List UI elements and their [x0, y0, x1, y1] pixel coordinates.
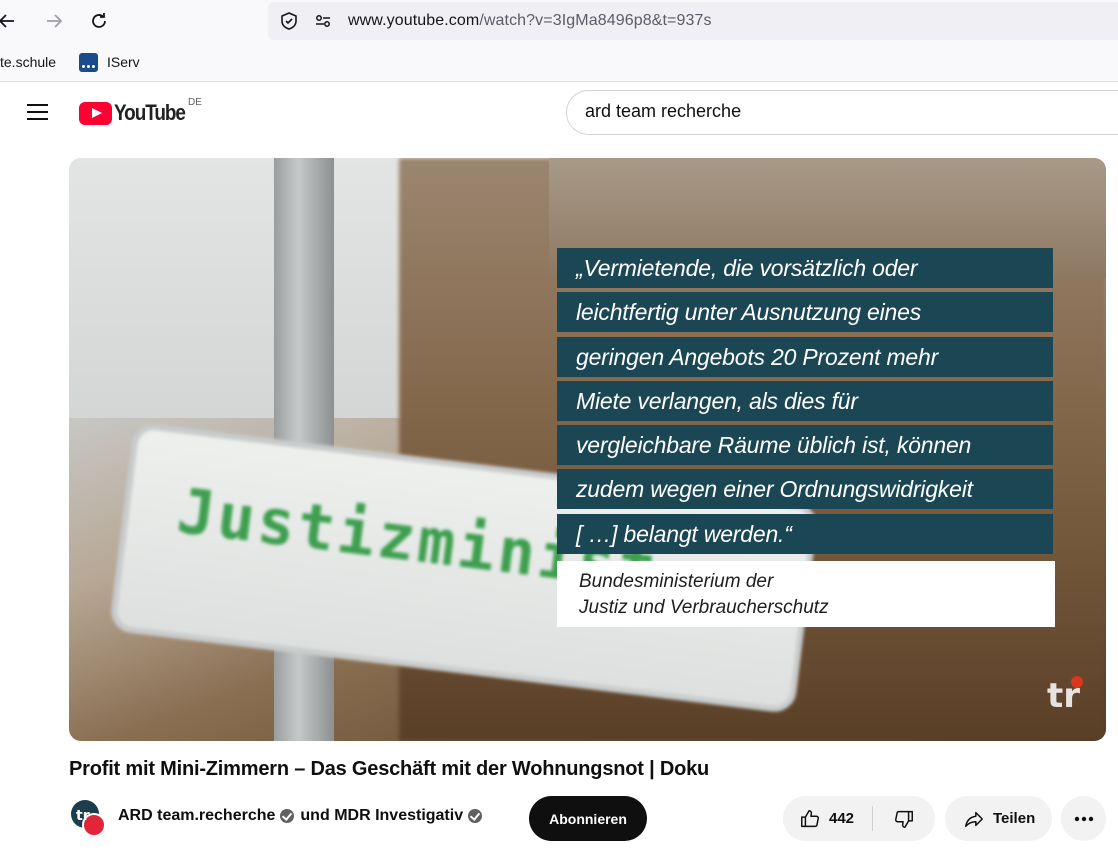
channel-avatar[interactable]: tr	[69, 799, 107, 837]
youtube-logo[interactable]: YouTube	[79, 100, 196, 125]
like-button[interactable]: 442	[783, 796, 873, 841]
quote-line: zudem wegen einer Ordnungswidrigkeit	[557, 469, 1053, 510]
search-input[interactable]	[585, 101, 1085, 122]
permissions-icon[interactable]	[313, 11, 333, 31]
share-icon	[965, 811, 983, 827]
channel-connector: und	[300, 807, 330, 824]
address-bar[interactable]: www.youtube.com/watch?v=3IgMa8496p8&t=93…	[268, 2, 1118, 40]
channel-info: ARD team.recherche und MDR Investigativ	[118, 807, 488, 825]
url-text[interactable]: www.youtube.com/watch?v=3IgMa8496p8&t=93…	[348, 12, 712, 30]
bookmark-schule[interactable]: te.schule	[0, 54, 56, 70]
source-line: Bundesministerium der	[579, 571, 774, 592]
youtube-wordmark: YouTube	[114, 100, 186, 125]
arrow-right-icon	[47, 14, 63, 28]
quote-line: Miete verlangen, als dies für	[557, 380, 1053, 421]
quote-overlay: „Vermietende, die vorsätzlich oder leich…	[557, 248, 1053, 558]
share-button[interactable]: Teilen	[945, 796, 1052, 841]
share-label: Teilen	[993, 810, 1036, 827]
shield-icon[interactable]	[279, 11, 299, 31]
menu-icon[interactable]	[27, 102, 49, 122]
thumbs-up-icon	[801, 809, 819, 827]
iserv-icon	[79, 53, 98, 72]
like-dislike-group: 442	[783, 796, 935, 841]
quote-line: „Vermietende, die vorsätzlich oder	[557, 248, 1053, 288]
bookmark-iserv[interactable]: IServ	[107, 54, 140, 70]
url-path: /watch?v=3IgMa8496p8&t=937s	[479, 12, 712, 29]
reload-button[interactable]	[84, 6, 114, 36]
dislike-button[interactable]	[873, 796, 935, 841]
quote-line: vergleichbare Räume üblich ist, können	[557, 425, 1053, 466]
subscribe-button[interactable]: Abonnieren	[529, 796, 647, 841]
svg-text:tr: tr	[76, 808, 90, 824]
country-code: DE	[188, 97, 202, 108]
like-count: 442	[829, 810, 855, 827]
quote-line: [ …] belangt werden.“	[557, 513, 1053, 554]
thumbs-down-icon	[895, 810, 913, 828]
more-actions-button[interactable]	[1061, 796, 1106, 841]
channel-name-mdr[interactable]: MDR Investigativ	[334, 807, 463, 825]
back-button[interactable]	[0, 6, 22, 36]
quote-line: geringen Angebots 20 Prozent mehr	[557, 336, 1053, 377]
source-line: Justiz und Verbraucherschutz	[579, 597, 829, 618]
url-domain: www.youtube.com	[348, 12, 480, 29]
reload-icon	[92, 13, 106, 28]
search-box[interactable]	[566, 90, 1118, 135]
verified-icon	[280, 809, 295, 823]
video-player[interactable]: Justizminist „Vermietende, die vorsätzli…	[69, 158, 1106, 741]
more-icon	[1074, 816, 1093, 821]
channel-name-ard[interactable]: ARD team.recherche	[118, 807, 275, 825]
arrow-left-icon	[0, 14, 14, 28]
quote-source: Bundesministerium der Justiz und Verbrau…	[557, 561, 1055, 627]
browser-toolbar: www.youtube.com/watch?v=3IgMa8496p8&t=93…	[0, 0, 1118, 42]
video-title: Profit mit Mini-Zimmern – Das Geschäft m…	[69, 758, 710, 780]
quote-line: leichtfertig unter Ausnutzung eines	[557, 292, 1053, 333]
bookmarks-bar: te.schule IServ	[0, 42, 1118, 82]
verified-icon	[468, 809, 483, 823]
youtube-play-icon	[79, 101, 112, 125]
forward-button[interactable]	[39, 6, 69, 36]
tr-watermark-icon: tr	[1047, 676, 1083, 711]
